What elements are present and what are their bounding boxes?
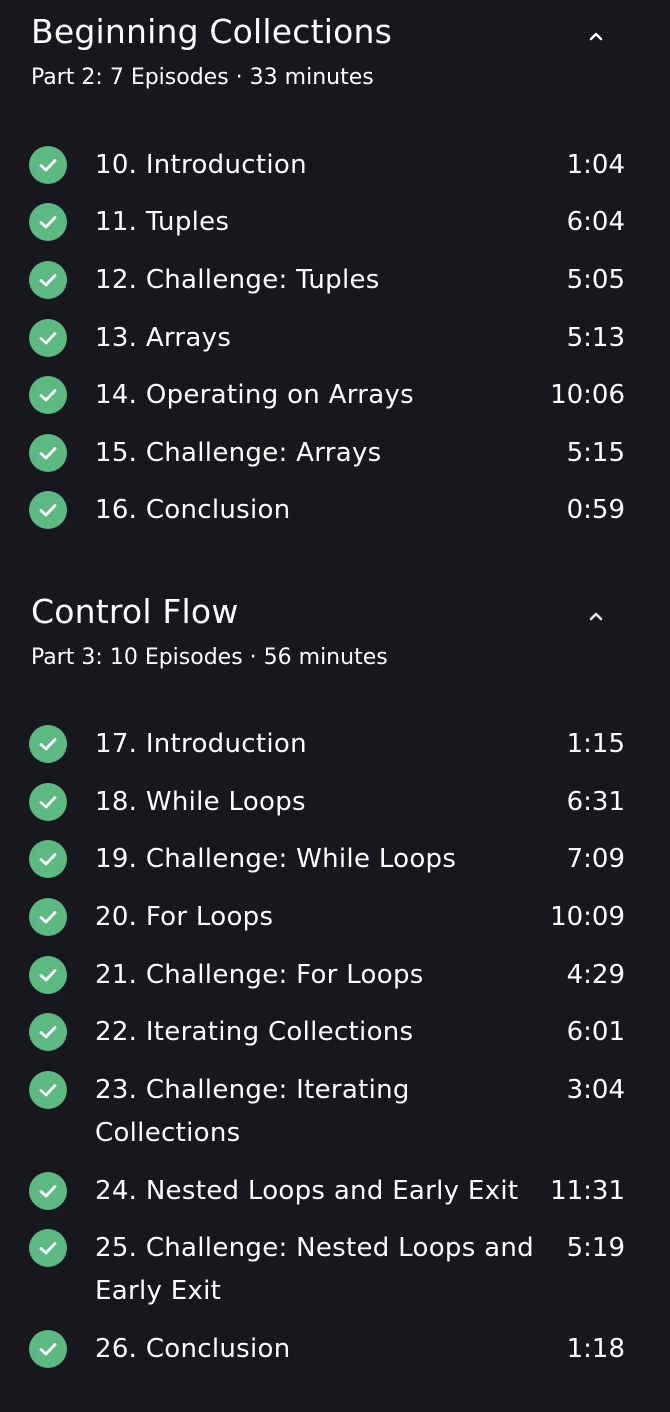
check-circle-icon: [29, 319, 67, 357]
check-circle-icon: [29, 434, 67, 472]
episode-title: 26. Conclusion: [95, 1334, 291, 1364]
episode-duration: 1:04: [566, 150, 625, 180]
check-circle-icon: [29, 1229, 67, 1267]
check-circle-icon: [29, 146, 67, 184]
episode-duration: 10:06: [550, 380, 625, 410]
chevron-up-icon: [589, 612, 603, 621]
section-title: Beginning Collections: [31, 12, 393, 51]
check-circle-icon: [29, 783, 67, 821]
section-meta: Part 2: 7 Episodes · 33 minutes: [31, 65, 374, 90]
episode-duration: 3:04: [566, 1075, 625, 1105]
check-circle-icon: [29, 956, 67, 994]
episode-title: 10. Introduction: [95, 150, 307, 180]
collapse-button[interactable]: [580, 602, 612, 630]
check-circle-icon: [29, 491, 67, 529]
check-circle-icon: [29, 898, 67, 936]
episode-duration: 5:19: [566, 1233, 625, 1263]
check-circle-icon: [29, 376, 67, 414]
check-circle-icon: [29, 840, 67, 878]
section-title: Control Flow: [31, 592, 239, 631]
section-header[interactable]: Control Flow Part 3: 10 Episodes · 56 mi…: [0, 580, 670, 680]
section-control-flow: Control Flow Part 3: 10 Episodes · 56 mi…: [0, 580, 670, 680]
episode-duration: 6:31: [566, 787, 625, 817]
episode-duration: 10:09: [550, 902, 625, 932]
section-beginning-collections: Beginning Collections Part 2: 7 Episodes…: [0, 0, 670, 100]
section-header[interactable]: Beginning Collections Part 2: 7 Episodes…: [0, 0, 670, 100]
section-meta: Part 3: 10 Episodes · 56 minutes: [31, 645, 388, 670]
episode-duration: 1:18: [566, 1334, 625, 1364]
episode-title: 12. Challenge: Tuples: [95, 265, 380, 295]
episode-title: 22. Iterating Collections: [95, 1017, 414, 1047]
collapse-button[interactable]: [580, 22, 612, 50]
episode-title: 17. Introduction: [95, 729, 307, 759]
episode-duration: 1:15: [566, 729, 625, 759]
episode-duration: 0:59: [566, 495, 625, 525]
check-circle-icon: [29, 261, 67, 299]
episode-duration: 11:31: [550, 1176, 625, 1206]
check-circle-icon: [29, 1172, 67, 1210]
chevron-up-icon: [589, 32, 603, 41]
episode-title: 24. Nested Loops and Early Exit: [95, 1176, 519, 1206]
episode-duration: 5:13: [566, 323, 625, 353]
check-circle-icon: [29, 1330, 67, 1368]
episode-title: 18. While Loops: [95, 787, 306, 817]
episode-title: 16. Conclusion: [95, 495, 291, 525]
episode-title: 14. Operating on Arrays: [95, 380, 414, 410]
check-circle-icon: [29, 1013, 67, 1051]
episode-duration: 5:05: [566, 265, 625, 295]
episode-duration: 6:01: [566, 1017, 625, 1047]
episode-title: 21. Challenge: For Loops: [95, 960, 424, 990]
episode-duration: 7:09: [566, 844, 625, 874]
episode-title: 11. Tuples: [95, 207, 230, 237]
episode-title: 13. Arrays: [95, 323, 232, 353]
check-circle-icon: [29, 1071, 67, 1109]
episode-duration: 4:29: [566, 960, 625, 990]
episode-title: 25. Challenge: Nested Loops and Early Ex…: [95, 1233, 534, 1306]
episode-title: 20. For Loops: [95, 902, 274, 932]
episode-title: 23. Challenge: Iterating Collections: [95, 1075, 410, 1148]
episode-title: 19. Challenge: While Loops: [95, 844, 457, 874]
episode-title: 15. Challenge: Arrays: [95, 438, 382, 468]
episode-duration: 5:15: [566, 438, 625, 468]
check-circle-icon: [29, 203, 67, 241]
check-circle-icon: [29, 725, 67, 763]
episode-duration: 6:04: [566, 207, 625, 237]
